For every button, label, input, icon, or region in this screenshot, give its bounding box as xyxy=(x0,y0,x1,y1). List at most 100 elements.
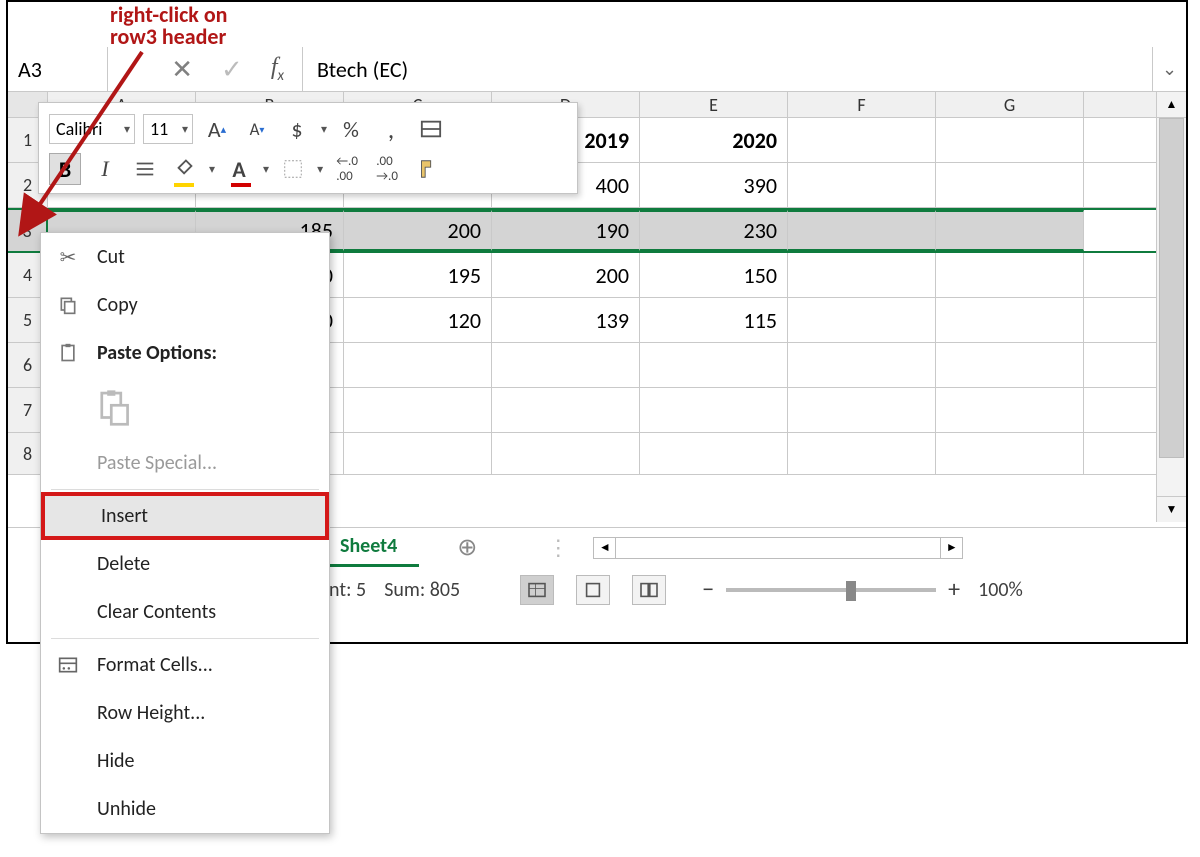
cell[interactable] xyxy=(936,298,1084,342)
ctx-insert[interactable]: Insert xyxy=(41,492,329,540)
cell[interactable]: 200 xyxy=(344,210,492,251)
cancel-icon[interactable]: ✕ xyxy=(171,53,193,85)
cell[interactable]: 190 xyxy=(492,210,640,251)
ctx-unhide[interactable]: Unhide xyxy=(41,785,329,833)
cell[interactable]: 115 xyxy=(640,298,788,342)
decrease-decimal-icon[interactable]: .00→.0 xyxy=(371,153,403,185)
cell[interactable] xyxy=(640,343,788,387)
scroll-track[interactable] xyxy=(616,538,940,558)
formula-input[interactable]: Btech (EC) xyxy=(303,47,1152,91)
cell[interactable] xyxy=(788,388,936,432)
cell[interactable] xyxy=(936,433,1084,474)
zoom-slider-thumb[interactable] xyxy=(846,581,856,601)
col-header-G[interactable]: G xyxy=(936,92,1084,117)
cell[interactable] xyxy=(936,118,1084,162)
cell[interactable] xyxy=(344,433,492,474)
new-sheet-button[interactable]: ⊕ xyxy=(447,528,487,568)
ctx-paste-special: Paste Special... xyxy=(41,439,329,487)
cell[interactable] xyxy=(640,388,788,432)
scroll-thumb[interactable] xyxy=(1159,118,1184,458)
cell[interactable]: 2020 xyxy=(640,118,788,162)
cell[interactable] xyxy=(344,343,492,387)
ctx-delete[interactable]: Delete xyxy=(41,540,329,588)
copy-icon xyxy=(55,295,81,315)
align-icon[interactable] xyxy=(129,153,161,185)
fill-color-icon[interactable] xyxy=(169,153,201,185)
cell[interactable] xyxy=(788,343,936,387)
col-header-F[interactable]: F xyxy=(788,92,936,117)
italic-button[interactable]: I xyxy=(89,153,121,185)
bold-button[interactable]: B xyxy=(49,153,81,185)
ctx-hide[interactable]: Hide xyxy=(41,737,329,785)
cell[interactable] xyxy=(640,433,788,474)
borders-icon[interactable] xyxy=(277,153,309,185)
ctx-separator xyxy=(51,638,319,639)
ctx-paste-option-button[interactable] xyxy=(41,377,329,439)
cell[interactable] xyxy=(788,253,936,297)
vertical-scrollbar[interactable]: ▲ ▼ xyxy=(1156,92,1186,522)
ctx-row-height[interactable]: Row Height... xyxy=(41,689,329,737)
cell[interactable] xyxy=(788,163,936,207)
ctx-clear-contents[interactable]: Clear Contents xyxy=(41,588,329,636)
cell[interactable] xyxy=(344,388,492,432)
zoom-out-icon[interactable]: − xyxy=(702,575,714,604)
font-color-icon[interactable]: A xyxy=(223,153,255,185)
scroll-track[interactable] xyxy=(1157,118,1186,496)
fx-icon[interactable]: fx xyxy=(271,54,284,85)
scroll-up-icon[interactable]: ▲ xyxy=(1157,92,1186,118)
cell[interactable]: 230 xyxy=(640,210,788,251)
accounting-format-icon[interactable]: $ xyxy=(281,113,313,145)
cell[interactable]: 120 xyxy=(344,298,492,342)
zoom-percent[interactable]: 100% xyxy=(978,578,1023,602)
comma-format-icon[interactable]: , xyxy=(375,113,407,145)
ctx-format-cells[interactable]: Format Cells... xyxy=(41,641,329,689)
increase-decimal-icon[interactable]: ←.0.00 xyxy=(331,153,363,185)
view-page-break-icon[interactable] xyxy=(632,575,666,605)
zoom-slider[interactable] xyxy=(726,588,936,592)
merge-cells-icon[interactable] xyxy=(415,113,447,145)
font-selector[interactable]: Calibri▾ xyxy=(49,114,135,144)
status-aggregate: ount: 5 Sum: 805 xyxy=(308,578,460,602)
cell[interactable] xyxy=(788,298,936,342)
ctx-copy[interactable]: Copy xyxy=(41,281,329,329)
cell[interactable] xyxy=(936,210,1084,251)
font-size-selector[interactable]: 11▾ xyxy=(143,114,193,144)
increase-font-icon[interactable]: A▴ xyxy=(201,113,233,145)
format-cells-icon xyxy=(55,656,81,674)
cell[interactable]: 200 xyxy=(492,253,640,297)
cell[interactable] xyxy=(788,433,936,474)
annotation-label: right-click on row3 header xyxy=(110,4,227,48)
ctx-cut[interactable]: ✂ Cut xyxy=(41,233,329,281)
zoom-in-icon[interactable]: + xyxy=(948,575,960,604)
cell[interactable] xyxy=(788,210,936,251)
name-box[interactable]: A3 xyxy=(8,47,108,91)
view-page-layout-icon[interactable] xyxy=(576,575,610,605)
cell[interactable] xyxy=(936,388,1084,432)
scroll-left-icon[interactable]: ◄ xyxy=(594,538,616,558)
cell[interactable]: 195 xyxy=(344,253,492,297)
percent-format-icon[interactable]: % xyxy=(335,113,367,145)
cell[interactable] xyxy=(936,253,1084,297)
cell[interactable] xyxy=(936,163,1084,207)
confirm-icon[interactable]: ✓ xyxy=(221,53,243,85)
tab-overflow-icon[interactable]: ⋮ xyxy=(547,534,571,561)
mini-toolbar: Calibri▾ 11▾ A▴ A▾ $▾ % , B I ▾ A▾ ▾ ←.0… xyxy=(38,102,578,194)
cell[interactable] xyxy=(788,118,936,162)
formula-bar-expand-icon[interactable]: ⌄ xyxy=(1152,47,1186,91)
format-painter-icon[interactable] xyxy=(411,153,443,185)
zoom-control[interactable]: − + xyxy=(702,575,960,604)
cell[interactable] xyxy=(492,433,640,474)
col-header-E[interactable]: E xyxy=(640,92,788,117)
cell[interactable] xyxy=(936,343,1084,387)
cell[interactable]: 139 xyxy=(492,298,640,342)
cell[interactable]: 390 xyxy=(640,163,788,207)
cell[interactable] xyxy=(492,343,640,387)
scroll-right-icon[interactable]: ► xyxy=(940,538,962,558)
scroll-down-icon[interactable]: ▼ xyxy=(1157,496,1186,522)
cell[interactable]: 150 xyxy=(640,253,788,297)
horizontal-scrollbar[interactable]: ◄ ► xyxy=(593,537,963,559)
decrease-font-icon[interactable]: A▾ xyxy=(241,113,273,145)
cell[interactable] xyxy=(492,388,640,432)
view-normal-icon[interactable] xyxy=(520,575,554,605)
sheet-tab-active[interactable]: Sheet4 xyxy=(318,528,419,567)
